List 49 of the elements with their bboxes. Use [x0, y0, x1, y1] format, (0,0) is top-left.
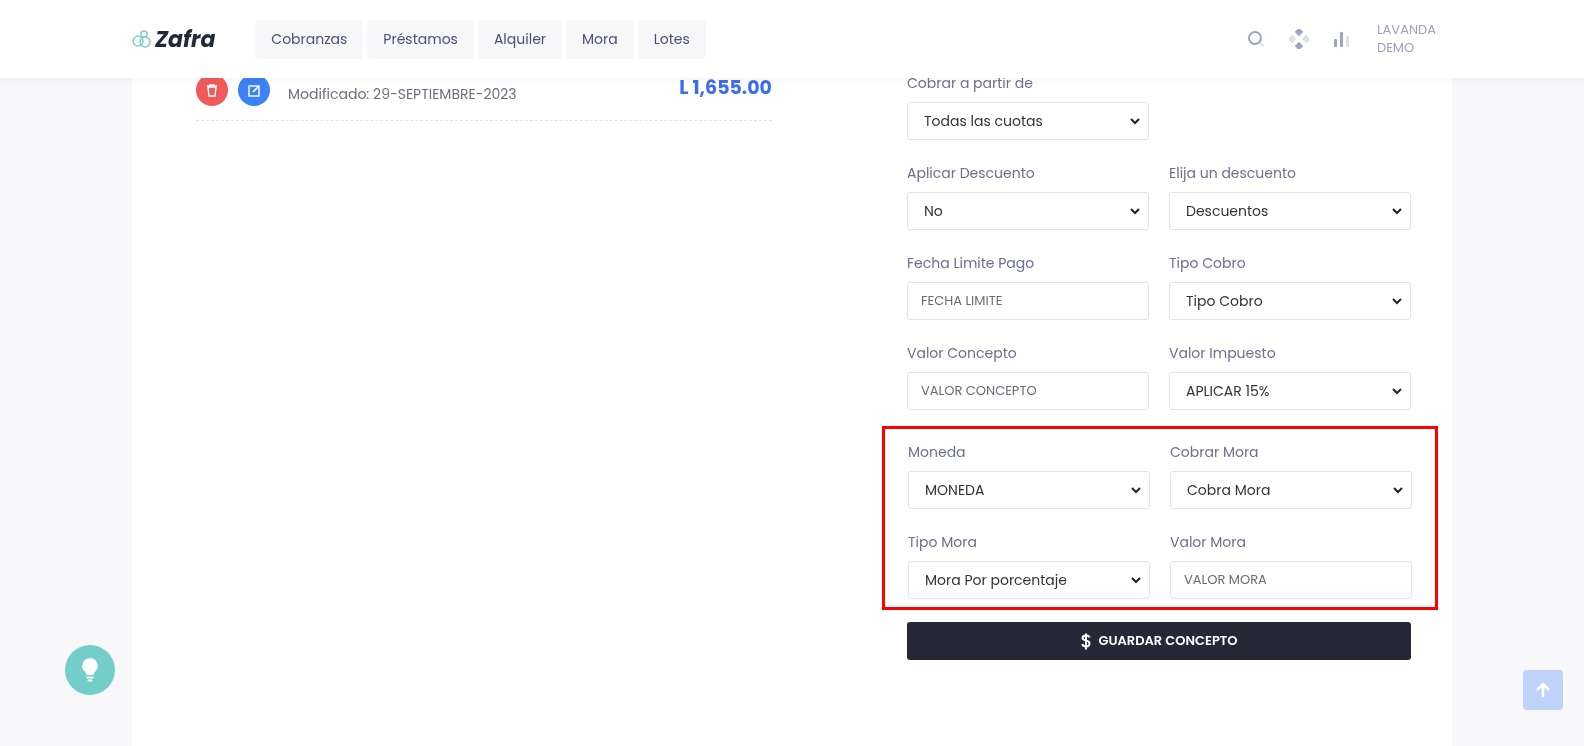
field-label: Valor Concepto	[907, 344, 1018, 362]
chevron-icon	[1392, 207, 1402, 215]
select-field[interactable]: Cobra Mora	[1170, 471, 1412, 509]
edit-icon	[247, 83, 261, 97]
nav-tab[interactable]: Préstamos	[367, 19, 474, 59]
trash-icon	[206, 83, 218, 97]
field-label: Cobrar Mora	[1170, 443, 1260, 461]
chevron-icon	[1392, 297, 1402, 305]
input-field[interactable]: VALOR CONCEPTO	[907, 372, 1149, 410]
tips-button[interactable]	[65, 645, 115, 695]
select-field[interactable]: Tipo Cobro	[1169, 282, 1411, 320]
nav-tab[interactable]: Lotes	[637, 19, 706, 59]
scroll-top-button[interactable]	[1523, 670, 1563, 710]
chevron-icon	[1392, 387, 1402, 395]
input-field[interactable]: VALOR MORA	[1170, 561, 1412, 599]
field-label: Tipo Cobro	[1169, 254, 1247, 272]
chevron-icon	[1131, 486, 1141, 494]
field-label: Elija un descuento	[1169, 164, 1297, 182]
chevron-icon	[1393, 486, 1403, 494]
chevron-icon	[1130, 117, 1140, 125]
diamond-grid-icon[interactable]	[1288, 29, 1309, 49]
field-label: Moneda	[908, 443, 967, 461]
save-button[interactable]: GUARDAR CONCEPTO	[907, 622, 1411, 660]
select-field[interactable]: Mora Por porcentaje	[908, 561, 1150, 599]
logo[interactable]: Zafra	[155, 22, 216, 56]
field-label: Fecha Limite Pago	[907, 254, 1036, 272]
nav-tab[interactable]: Cobranzas	[255, 19, 364, 59]
select-field[interactable]: MONEDA	[908, 471, 1150, 509]
field-label: Tipo Mora	[908, 533, 978, 551]
select-field[interactable]: Descuentos	[1169, 192, 1411, 230]
modified-date: Modificado: 29-SEPTIEMBRE-2023	[288, 84, 517, 105]
select-field[interactable]: Todas las cuotas	[907, 102, 1149, 140]
chevron-icon	[1130, 207, 1140, 215]
bubbles-icon	[132, 30, 152, 48]
field-label: Cobrar a partir de	[907, 74, 1034, 92]
nav-tab[interactable]: Mora	[566, 19, 634, 59]
chevron-icon	[1131, 576, 1141, 584]
amount: L 1,655.00	[679, 74, 772, 103]
field-label: Valor Mora	[1170, 533, 1247, 551]
select-field[interactable]: APLICAR 15%	[1169, 372, 1411, 410]
nav-tab[interactable]: Alquiler	[477, 19, 563, 59]
search-icon[interactable]	[1246, 30, 1265, 48]
arrow-up-icon	[1535, 682, 1551, 698]
input-field[interactable]: FECHA LIMITE	[907, 282, 1149, 320]
dollar-icon	[1080, 632, 1091, 650]
select-field[interactable]: No	[907, 192, 1149, 230]
field-label: Aplicar Descuento	[907, 164, 1036, 182]
lightbulb-icon	[80, 657, 100, 683]
field-label: Valor Impuesto	[1169, 344, 1277, 362]
